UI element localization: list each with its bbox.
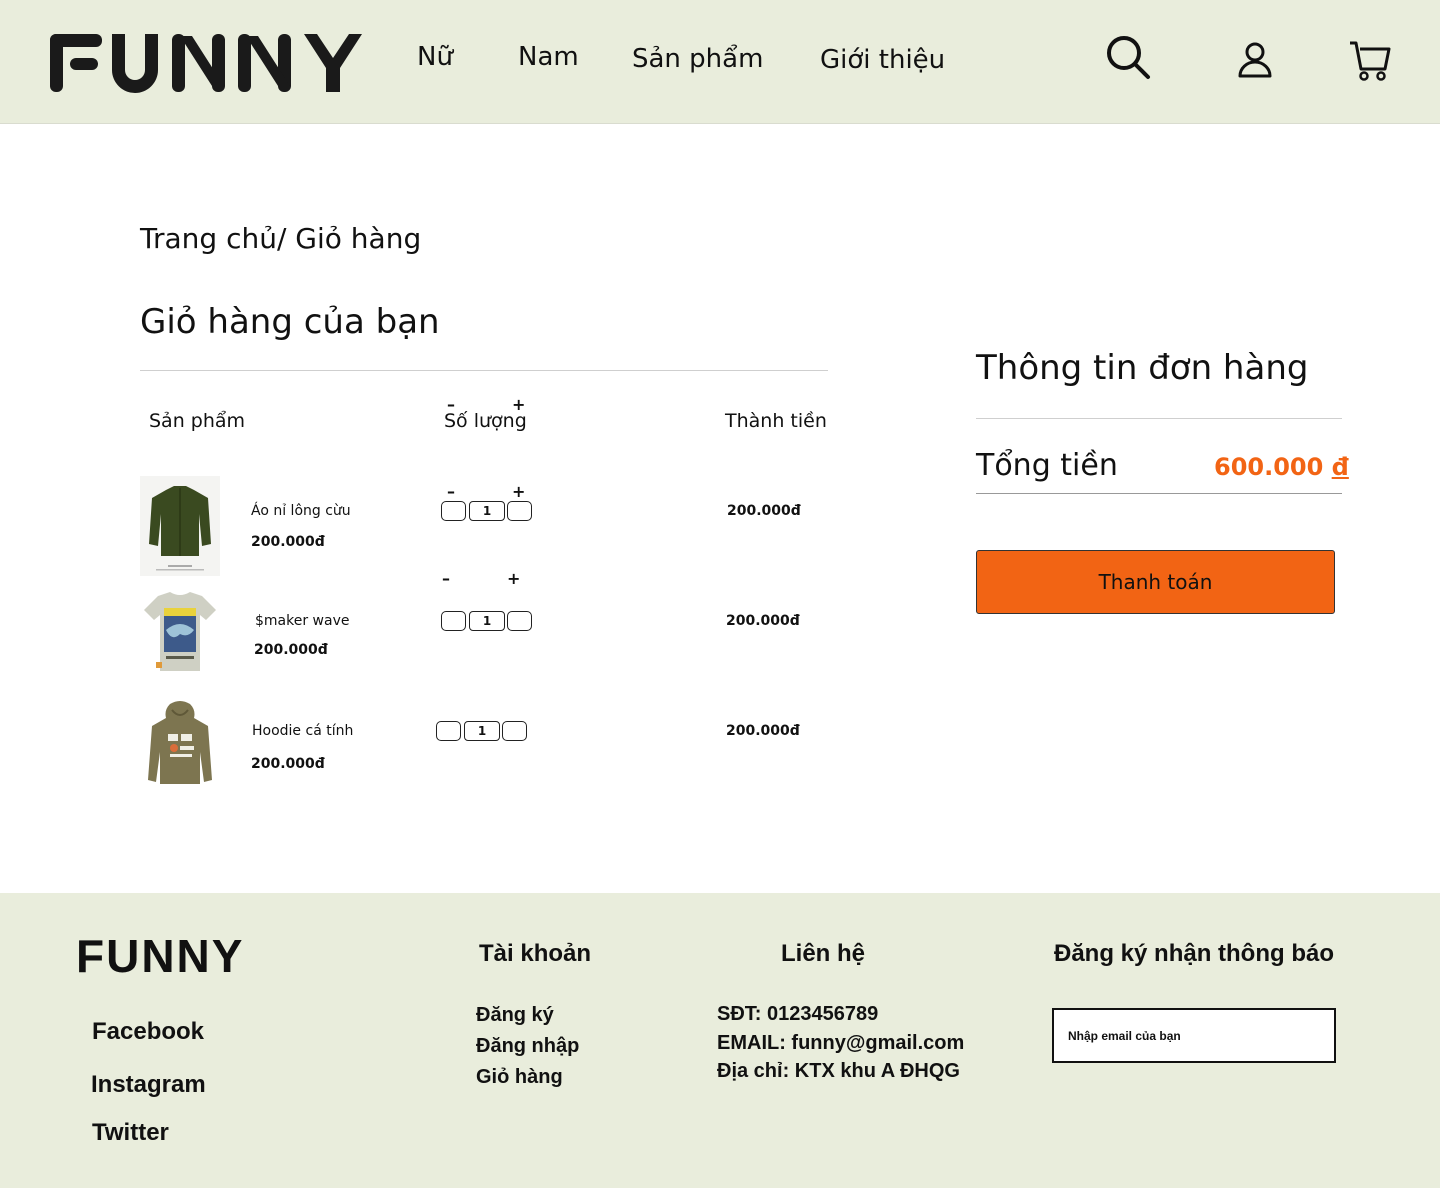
- newsletter-email-input[interactable]: [1052, 1008, 1336, 1063]
- summary-divider-bottom: [976, 493, 1342, 494]
- increase-quantity-button[interactable]: [507, 501, 532, 521]
- cart-item-name[interactable]: $maker wave: [255, 613, 349, 629]
- stepper-plus-glyph: +: [507, 569, 521, 588]
- decrease-quantity-button[interactable]: [441, 501, 466, 521]
- cart-item-total: 200.000đ: [726, 613, 800, 629]
- footer-heading-account: Tài khoản: [479, 940, 592, 967]
- nav-products[interactable]: Sản phẩm: [632, 44, 763, 74]
- search-icon[interactable]: [1104, 34, 1152, 80]
- footer-link-facebook[interactable]: Facebook: [92, 1018, 204, 1046]
- product-image-fleece-jacket[interactable]: [140, 476, 220, 576]
- stepper-minus-glyph: –: [442, 569, 450, 588]
- order-total-label: Tổng tiền: [976, 448, 1118, 483]
- decrease-quantity-button[interactable]: [436, 721, 461, 741]
- footer-logo[interactable]: FUNNY: [76, 929, 244, 983]
- order-summary-title: Thông tin đơn hàng: [976, 348, 1309, 388]
- summary-divider-top: [976, 418, 1342, 419]
- column-header-total: Thành tiền: [725, 410, 827, 432]
- footer-link-register[interactable]: Đăng ký: [476, 1004, 554, 1027]
- increase-quantity-button[interactable]: [502, 721, 527, 741]
- order-total-value: 600.000 đ: [1214, 453, 1349, 481]
- column-header-product: Sản phẩm: [149, 410, 246, 432]
- cart-item-price: 200.000đ: [254, 642, 328, 658]
- stepper-plus-glyph: +: [512, 482, 526, 501]
- cart-item-price: 200.000đ: [251, 756, 325, 772]
- quantity-field[interactable]: 1: [464, 721, 500, 741]
- funny-logo[interactable]: [48, 28, 364, 94]
- nav-men[interactable]: Nam: [518, 42, 579, 72]
- site-footer: FUNNY Facebook Instagram Twitter Tài kho…: [0, 893, 1440, 1188]
- order-total-amount: 600.000: [1214, 453, 1324, 481]
- checkout-button[interactable]: Thanh toán: [976, 550, 1335, 614]
- decrease-quantity-button[interactable]: [441, 611, 466, 631]
- quantity-stepper: 1: [436, 721, 528, 741]
- footer-link-instagram[interactable]: Instagram: [91, 1071, 206, 1099]
- footer-link-login[interactable]: Đăng nhập: [476, 1035, 579, 1058]
- footer-link-cart[interactable]: Giỏ hàng: [476, 1066, 563, 1089]
- nav-women[interactable]: Nữ: [417, 42, 453, 72]
- cart-item-total: 200.000đ: [727, 503, 801, 519]
- footer-contact-phone: SĐT: 0123456789: [717, 1003, 879, 1025]
- quantity-field[interactable]: 1: [469, 501, 505, 521]
- site-header: Nữ Nam Sản phẩm Giới thiệu: [0, 0, 1440, 124]
- breadcrumb[interactable]: Trang chủ/ Giỏ hàng: [140, 222, 421, 255]
- footer-heading-contact: Liên hệ: [781, 940, 866, 967]
- user-icon[interactable]: [1236, 40, 1274, 78]
- column-header-quantity: Số lượng: [444, 410, 527, 432]
- cart-item-name[interactable]: Áo nỉ lông cừu: [251, 503, 351, 519]
- cart-item-price: 200.000đ: [251, 534, 325, 550]
- cart-item-total: 200.000đ: [726, 723, 800, 739]
- cart-item-name[interactable]: Hoodie cá tính: [252, 723, 353, 739]
- quantity-stepper: 1: [441, 611, 533, 631]
- cart-title: Giỏ hàng của bạn: [140, 302, 440, 342]
- currency-symbol: đ: [1331, 453, 1349, 481]
- footer-link-twitter[interactable]: Twitter: [92, 1119, 169, 1147]
- footer-contact-email[interactable]: EMAIL: funny@gmail.com: [717, 1032, 964, 1055]
- quantity-field[interactable]: 1: [469, 611, 505, 631]
- product-image-graphic-tshirt[interactable]: [140, 586, 220, 682]
- quantity-stepper: 1: [441, 501, 533, 521]
- stepper-minus-glyph: –: [447, 482, 455, 501]
- increase-quantity-button[interactable]: [507, 611, 532, 631]
- footer-heading-newsletter: Đăng ký nhận thông báo: [1054, 940, 1334, 967]
- cart-icon[interactable]: [1348, 40, 1392, 82]
- footer-contact-address: Địa chỉ: KTX khu A ĐHQG: [717, 1060, 960, 1082]
- cart-divider: [140, 370, 828, 371]
- product-image-olive-hoodie[interactable]: [140, 696, 220, 792]
- nav-about[interactable]: Giới thiệu: [820, 45, 945, 75]
